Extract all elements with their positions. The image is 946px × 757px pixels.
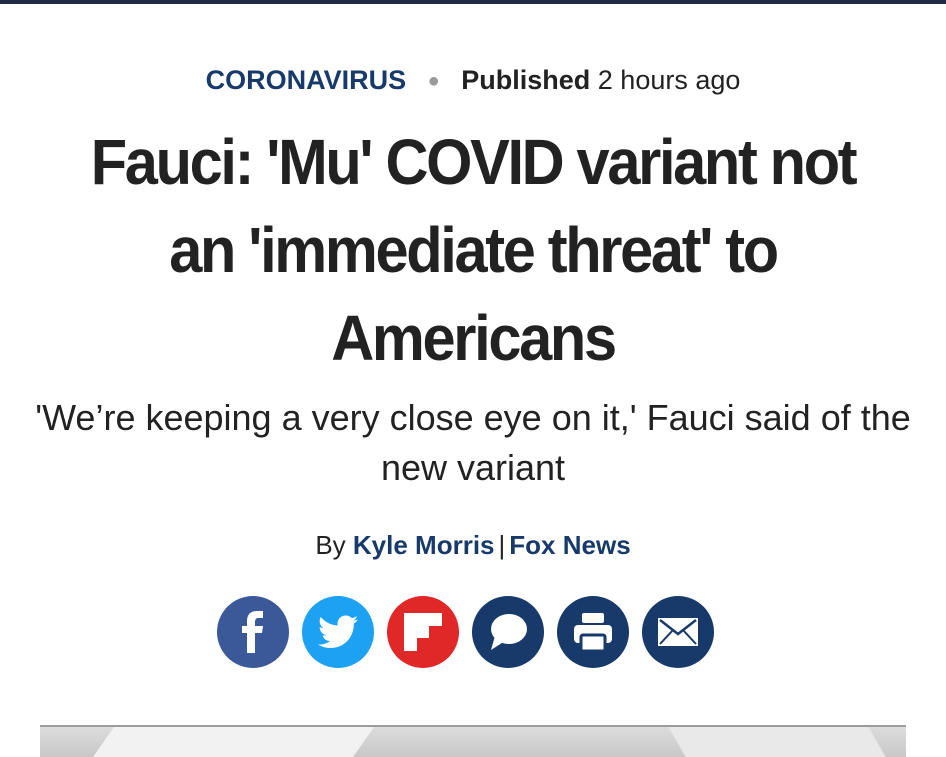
- top-bar: [0, 0, 946, 4]
- article-subheadline: 'We’re keeping a very close eye on it,' …: [35, 397, 911, 488]
- flipboard-icon: [404, 613, 442, 651]
- print-button[interactable]: [557, 596, 629, 668]
- hero-image: [40, 725, 906, 757]
- article-headline: Fauci: 'Mu' COVID variant not an 'immedi…: [90, 126, 858, 374]
- author-link[interactable]: Kyle Morris: [353, 530, 495, 560]
- category-link[interactable]: CORONAVIRUS: [206, 65, 407, 95]
- comments-button[interactable]: [472, 596, 544, 668]
- twitter-share-button[interactable]: [302, 596, 374, 668]
- print-icon: [572, 611, 614, 653]
- flipboard-share-button[interactable]: [387, 596, 459, 668]
- twitter-icon: [318, 615, 358, 649]
- byline-separator: |: [498, 530, 506, 560]
- facebook-share-button[interactable]: [217, 596, 289, 668]
- comment-icon: [487, 612, 529, 652]
- article-meta: CORONAVIRUS ● Published 2 hours ago: [0, 62, 946, 101]
- share-bar: [217, 596, 717, 668]
- email-share-button[interactable]: [642, 596, 714, 668]
- hero-image-highlight: [78, 727, 382, 757]
- outlet-link[interactable]: Fox News: [509, 530, 630, 560]
- hero-image-highlight: [662, 727, 898, 757]
- published-label: Published: [461, 65, 591, 95]
- published-time: 2 hours ago: [597, 65, 741, 95]
- byline: By Kyle Morris | Fox News: [0, 527, 946, 563]
- byline-prefix: By: [315, 530, 346, 560]
- facebook-icon: [236, 610, 270, 654]
- email-icon: [657, 617, 699, 647]
- meta-separator-dot: ●: [427, 70, 440, 92]
